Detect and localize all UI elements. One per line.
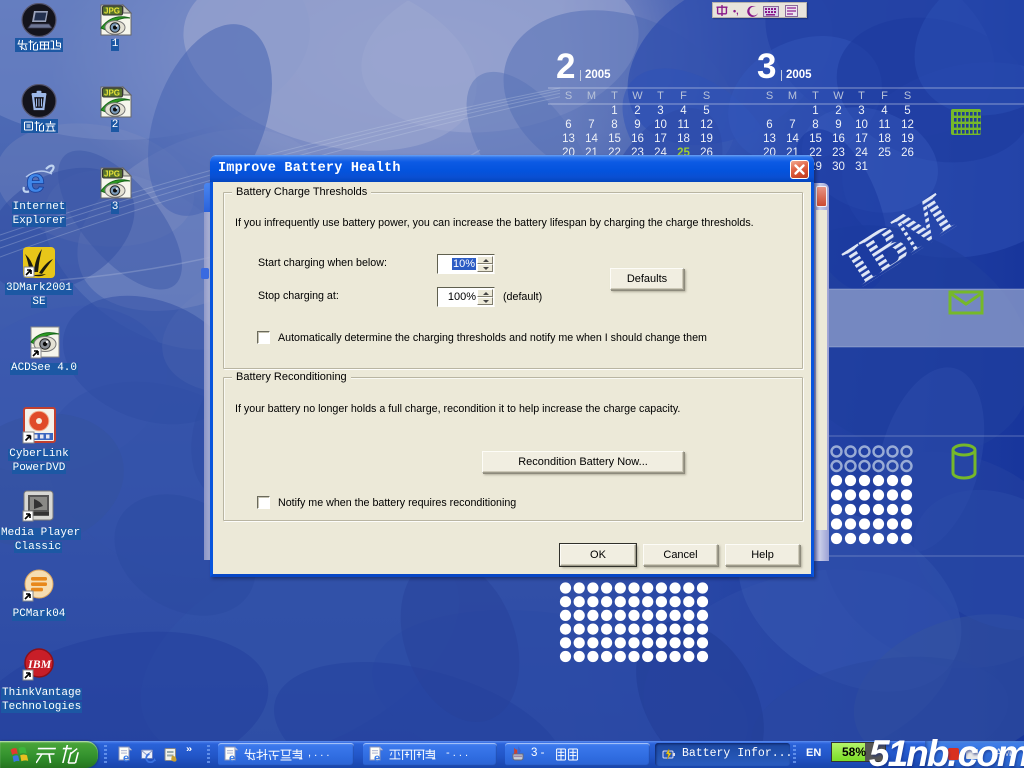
svg-text:JPG: JPG — [104, 89, 120, 98]
svg-text:e: e — [374, 753, 380, 764]
svg-text:IBM: IBM — [27, 657, 52, 671]
svg-text:e: e — [229, 753, 235, 764]
svg-text:JPG: JPG — [104, 7, 120, 16]
svg-text:e: e — [26, 164, 45, 198]
svg-text:e: e — [123, 753, 129, 764]
svg-text:JPG: JPG — [104, 170, 120, 179]
